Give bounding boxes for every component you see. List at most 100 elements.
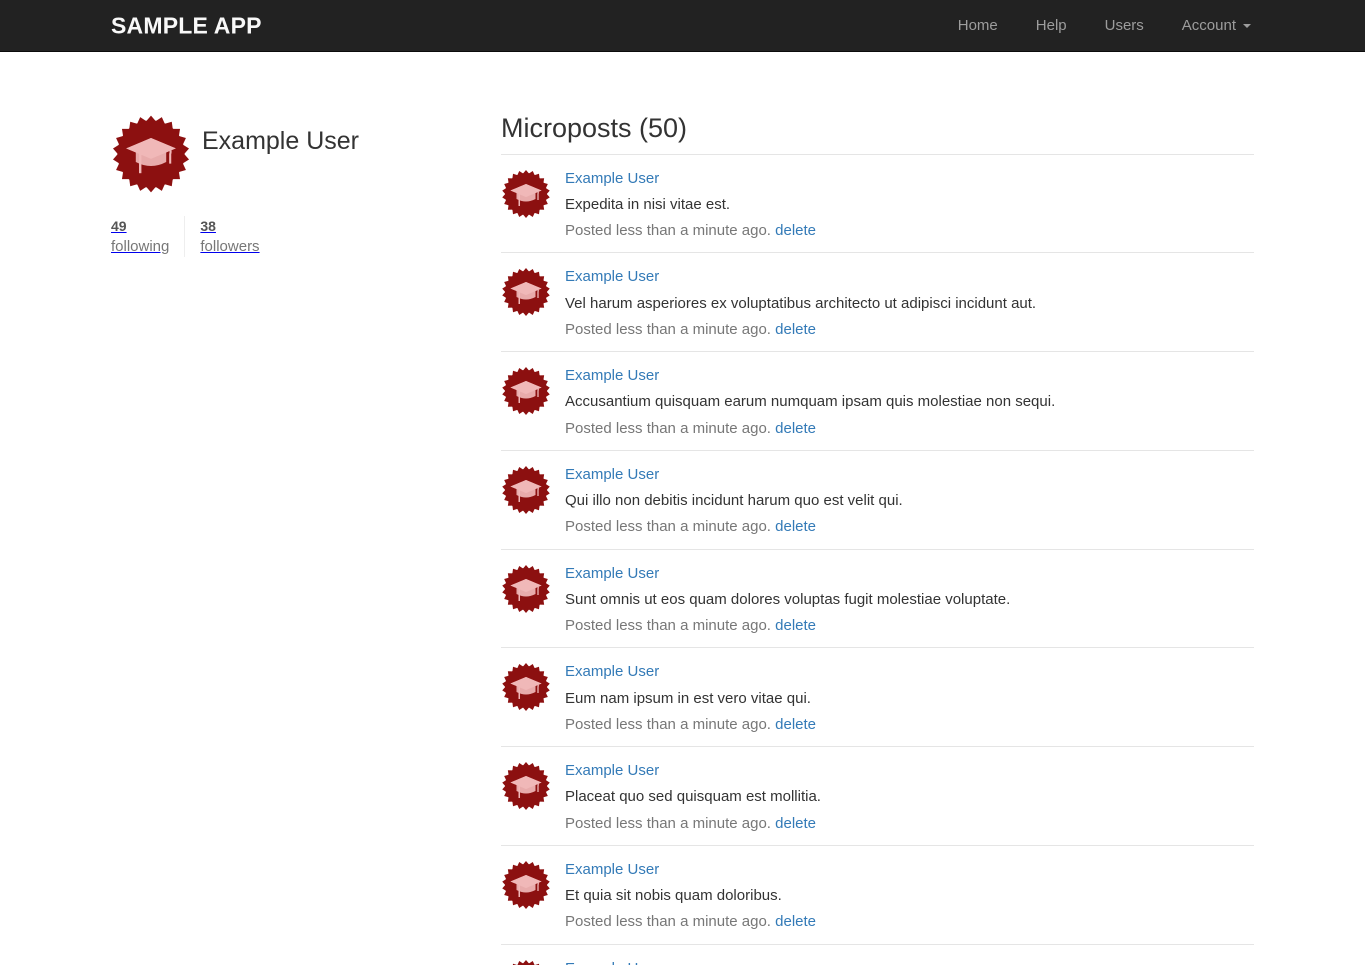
following-label: following [111, 238, 170, 256]
micropost-content: Vel harum asperiores ex voluptatibus arc… [565, 294, 1037, 312]
micropost-body: Example User Accusantium quisquam earum n… [565, 363, 1254, 440]
micropost-author-link[interactable]: Example User [565, 167, 1254, 190]
user-sidebar: Example User 49 following 38 followers [111, 114, 471, 258]
micropost-timestamp: Posted less than a minute ago. delete [565, 315, 1254, 341]
micropost-content: Expedita in nisi vitae est. [565, 195, 731, 213]
nav-link-users[interactable]: Users [1086, 0, 1163, 51]
micropost-content: Accusantium quisquam earum numquam ipsam… [565, 393, 1056, 411]
micropost-timestamp: Posted less than a minute ago. delete [565, 512, 1254, 538]
gravatar-identicon-icon [502, 663, 550, 712]
gravatar-identicon-icon [512, 959, 540, 965]
micropost-timestamp-text: Posted less than a minute ago. [565, 617, 771, 635]
nav-link-home[interactable]: Home [939, 0, 1017, 51]
top-navbar: SAMPLE APP Home Help Users Account [0, 0, 1365, 52]
micropost-gravatar[interactable] [501, 956, 565, 965]
gravatar-identicon-icon [502, 564, 550, 613]
page-container: Example User 49 following 38 followers M… [0, 52, 1365, 965]
micropost-gravatar[interactable] [501, 363, 565, 440]
micropost-content: Et quia sit nobis quam doloribus. [565, 887, 782, 905]
micropost-item: Example User Accusantium quisquam earum n… [501, 351, 1254, 450]
micropost-item: Example User Et quia sit nobis quam dolor… [501, 844, 1254, 944]
nav-link-help-label: Help [1035, 17, 1067, 34]
micropost-body: Example User Et quia sit nobis quam dolor… [565, 857, 1254, 934]
micropost-body: Example User Vel harum asperiores ex volu… [565, 264, 1254, 341]
micropost-body: Example User Eum nam ipsum in est vero vi… [565, 659, 1254, 736]
micropost-author-link[interactable]: Example User [565, 858, 1254, 881]
micropost-timestamp: Posted less than a minute ago. delete [565, 216, 1254, 242]
gravatar-identicon-icon [502, 860, 550, 909]
user-header: Example User [111, 114, 471, 194]
micropost-author-link[interactable]: Example User [565, 562, 1254, 585]
nav-link-users-label: Users [1104, 17, 1144, 34]
micropost-timestamp: Posted less than a minute ago. delete [565, 611, 1254, 637]
chevron-down-icon [1243, 23, 1251, 28]
micropost-timestamp-text: Posted less than a minute ago. [565, 715, 771, 733]
micropost-item: Example UserEsse cumque nulla voluptatib… [501, 943, 1254, 965]
micropost-body: Example UserEsse cumque nulla voluptatib… [565, 956, 1254, 965]
micropost-author-link[interactable]: Example User [565, 660, 1254, 683]
followers-label: followers [200, 238, 260, 256]
micropost-delete-link[interactable]: delete [775, 222, 816, 239]
micropost-gravatar[interactable] [501, 264, 565, 341]
micropost-content: Qui illo non debitis incidunt harum quo … [565, 492, 903, 510]
micropost-timestamp-text: Posted less than a minute ago. [565, 913, 771, 931]
microposts-section: Microposts (50) Example User Expedita in … [501, 113, 1254, 965]
micropost-item: Example User Vel harum asperiores ex volu… [501, 252, 1254, 351]
micropost-gravatar[interactable] [501, 758, 565, 835]
nav-link-help[interactable]: Help [1017, 0, 1086, 51]
stat-following[interactable]: 49 following [111, 216, 184, 257]
nav-link-account[interactable]: Account [1163, 0, 1270, 51]
micropost-timestamp: Posted less than a minute ago. delete [565, 809, 1254, 835]
nav-link-account-label: Account [1181, 17, 1236, 34]
gravatar-identicon-icon [502, 465, 550, 514]
micropost-timestamp: Posted less than a minute ago. delete [565, 414, 1254, 440]
micropost-content: Eum nam ipsum in est vero vitae qui. [565, 689, 811, 707]
micropost-content: Placeat quo sed quisquam est mollitia. [565, 788, 821, 806]
micropost-delete-link[interactable]: delete [775, 716, 816, 733]
micropost-delete-link[interactable]: delete [775, 815, 816, 832]
micropost-body: Example User Qui illo non debitis incidun… [565, 462, 1254, 539]
gravatar-identicon-icon [502, 268, 550, 317]
micropost-timestamp-text: Posted less than a minute ago. [565, 222, 771, 240]
micropost-author-link[interactable]: Example User [565, 957, 1254, 965]
micropost-delete-link[interactable]: delete [775, 420, 816, 437]
micropost-content: Sunt omnis ut eos quam dolores voluptas … [565, 590, 1011, 608]
gravatar-identicon-icon [502, 367, 550, 416]
profile-gravatar [111, 114, 195, 194]
micropost-author-link[interactable]: Example User [565, 364, 1254, 387]
micropost-gravatar[interactable] [501, 561, 565, 638]
stat-followers[interactable]: 38 followers [184, 216, 274, 258]
micropost-item: Example User Sunt omnis ut eos quam dolor… [501, 548, 1254, 648]
gravatar-identicon-icon [502, 762, 550, 811]
micropost-body: Example User Placeat quo sed quisquam est… [565, 758, 1254, 835]
micropost-timestamp-text: Posted less than a minute ago. [565, 419, 771, 437]
page-title: Example User [202, 127, 359, 155]
micropost-timestamp-text: Posted less than a minute ago. [565, 814, 771, 832]
followers-count: 38 [200, 218, 216, 234]
gravatar-identicon-icon [502, 169, 550, 218]
following-count: 49 [111, 218, 127, 234]
user-stats: 49 following 38 followers [111, 216, 471, 258]
micropost-delete-link[interactable]: delete [775, 617, 816, 634]
micropost-author-link[interactable]: Example User [565, 265, 1254, 288]
micropost-item: Example User Placeat quo sed quisquam est… [501, 746, 1254, 845]
micropost-item: Example User Eum nam ipsum in est vero vi… [501, 647, 1254, 746]
micropost-timestamp: Posted less than a minute ago. delete [565, 907, 1254, 933]
micropost-author-link[interactable]: Example User [565, 463, 1254, 486]
micropost-gravatar[interactable] [501, 462, 565, 539]
micropost-gravatar[interactable] [501, 857, 565, 934]
microposts-list: Example User Expedita in nisi vitae est. P… [501, 153, 1254, 965]
micropost-gravatar[interactable] [501, 659, 565, 736]
micropost-timestamp-text: Posted less than a minute ago. [565, 518, 771, 536]
micropost-timestamp-text: Posted less than a minute ago. [565, 320, 771, 338]
brand-logo[interactable]: SAMPLE APP [111, 14, 262, 37]
micropost-author-link[interactable]: Example User [565, 759, 1254, 782]
micropost-delete-link[interactable]: delete [775, 913, 816, 930]
nav-link-home-label: Home [957, 17, 998, 34]
micropost-delete-link[interactable]: delete [775, 518, 816, 535]
micropost-gravatar[interactable] [501, 166, 565, 243]
micropost-delete-link[interactable]: delete [775, 321, 816, 338]
microposts-heading: Microposts (50) [501, 113, 688, 143]
micropost-item: Example User Qui illo non debitis incidun… [501, 449, 1254, 549]
primary-navigation: Home Help Users Account [939, 0, 1270, 51]
